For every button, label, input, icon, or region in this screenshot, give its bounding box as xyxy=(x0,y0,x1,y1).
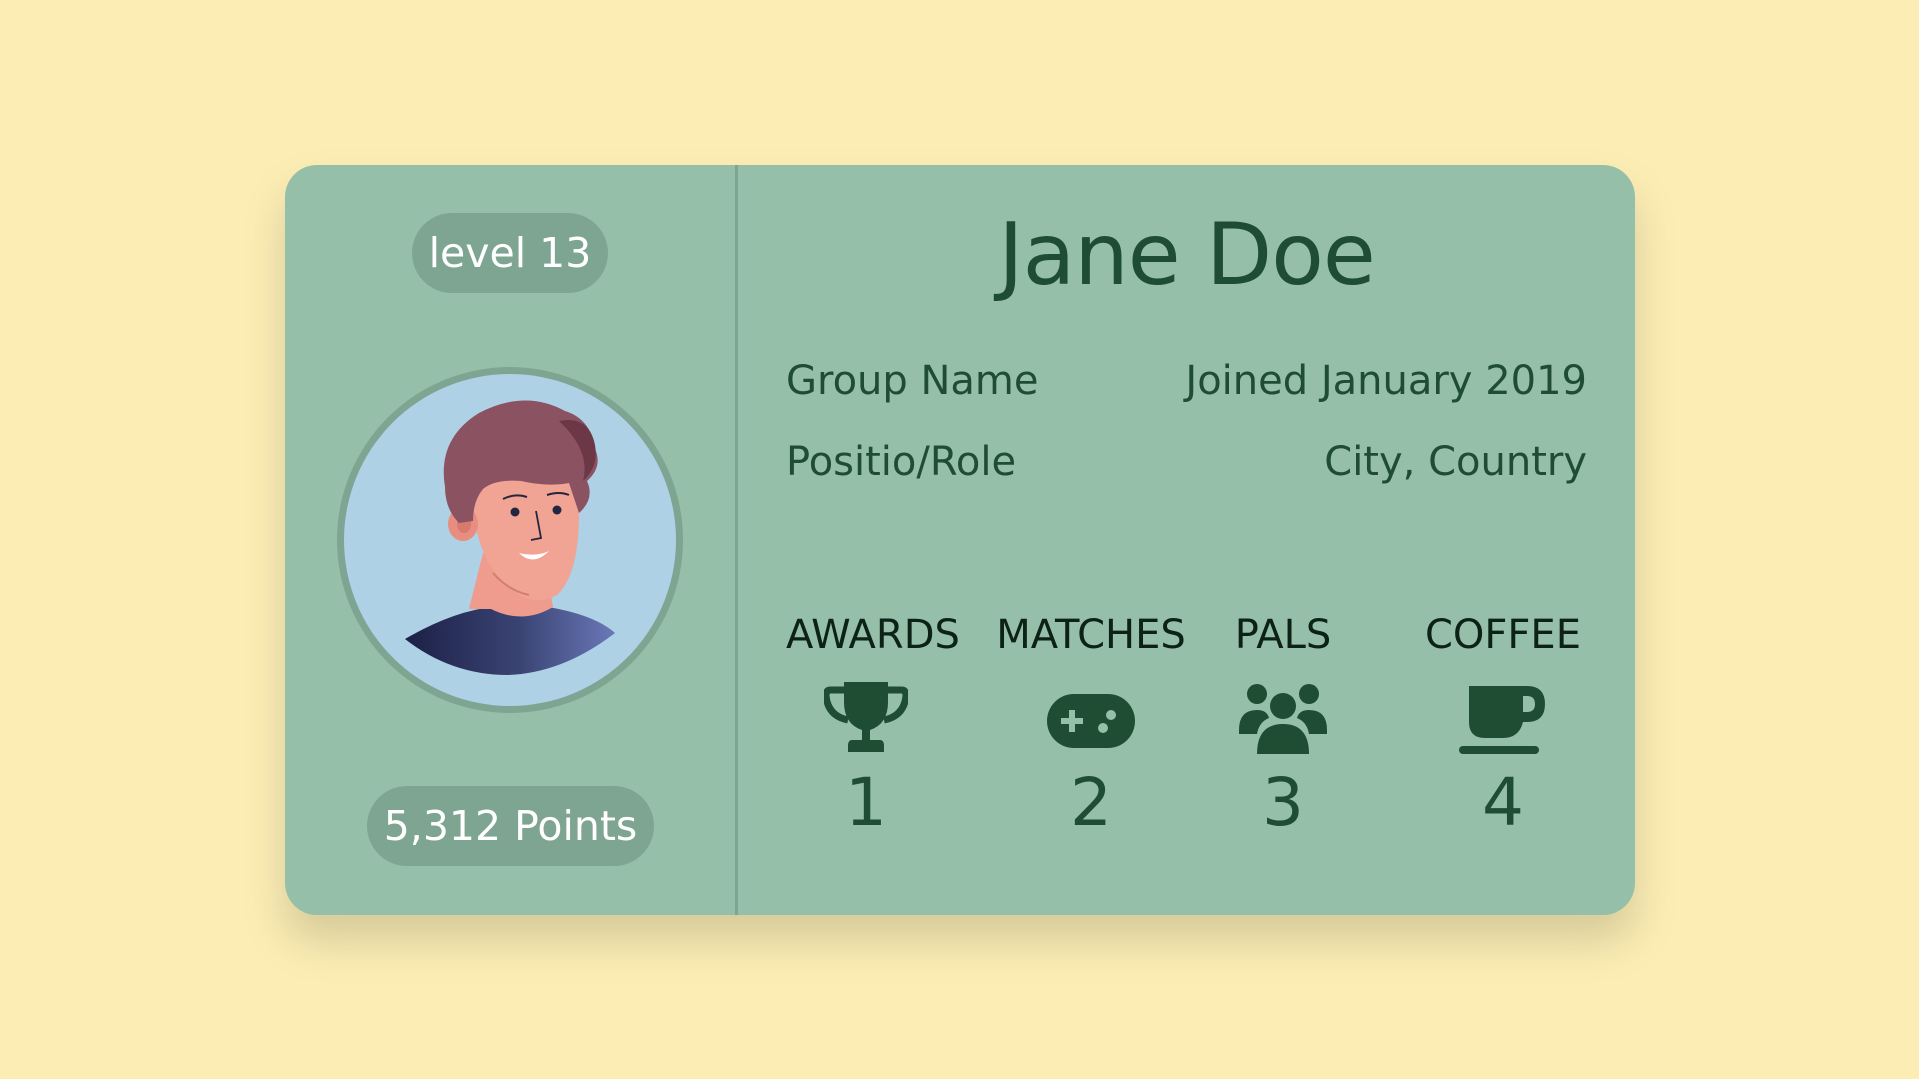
points-badge: 5,312 Points xyxy=(367,786,654,866)
stat-awards-value: 1 xyxy=(845,764,887,841)
stat-pals-value: 3 xyxy=(1262,764,1304,841)
level-badge: level 13 xyxy=(412,213,608,293)
stat-coffee-label: COFFEE xyxy=(1425,612,1581,658)
position-role: Positio/Role xyxy=(786,439,1017,485)
profile-card: level 13 5,312 Points Jane Doe Group Nam… xyxy=(285,165,1635,915)
location: City, Country xyxy=(1324,439,1587,485)
stat-pals: PALS 3 xyxy=(1213,612,1353,836)
users-icon xyxy=(1239,684,1327,754)
trophy-icon xyxy=(824,682,908,752)
group-name: Group Name xyxy=(786,358,1039,404)
stat-awards: AWARDS 1 xyxy=(786,612,960,841)
gamepad-icon xyxy=(1047,694,1135,748)
stat-coffee-value: 4 xyxy=(1482,764,1524,841)
coffee-icon xyxy=(1459,686,1545,754)
avatar xyxy=(337,367,683,713)
profile-details: Jane Doe Group Name Joined January 2019 … xyxy=(738,165,1635,915)
stat-matches-value: 2 xyxy=(1070,764,1112,841)
stat-coffee: COFFEE 4 xyxy=(1418,612,1588,836)
stat-pals-label: PALS xyxy=(1234,612,1332,658)
joined-date: Joined January 2019 xyxy=(1185,358,1587,404)
stat-matches: MATCHES 2 xyxy=(996,612,1186,836)
profile-sidebar: level 13 5,312 Points xyxy=(285,165,735,915)
stat-awards-label: AWARDS xyxy=(786,612,960,658)
user-name: Jane Doe xyxy=(998,205,1376,305)
stat-matches-label: MATCHES xyxy=(996,612,1186,658)
